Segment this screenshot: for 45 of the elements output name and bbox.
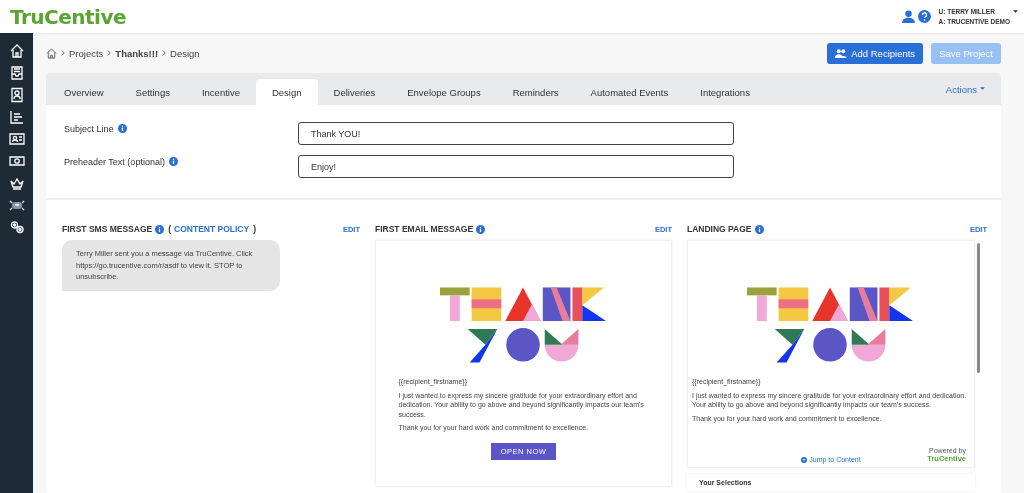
info-icon[interactable]	[155, 224, 165, 234]
tab[interactable]: Reminders	[496, 79, 575, 105]
tab[interactable]: Automated Events	[574, 79, 685, 105]
parenthesis: )	[253, 224, 256, 234]
scrollbar[interactable]	[977, 243, 980, 373]
parenthesis: (	[168, 224, 172, 234]
field-label: Preheader Text (optional)	[64, 156, 165, 167]
list-icon[interactable]	[8, 109, 25, 125]
chevron-icon	[107, 50, 112, 56]
field-label: Subject Line	[64, 123, 114, 134]
info-icon[interactable]	[117, 124, 127, 133]
caret-icon[interactable]	[1013, 9, 1018, 14]
chevron-icon	[162, 50, 167, 56]
breadcrumb-link[interactable]: Projects	[69, 47, 104, 59]
id-card-icon[interactable]	[8, 131, 25, 147]
section-title: FIRST EMAIL MESSAGE	[375, 224, 474, 234]
tray-icon[interactable]	[8, 65, 25, 81]
user-icon[interactable]	[901, 10, 915, 23]
info-icon[interactable]	[476, 224, 486, 234]
section-title: FIRST SMS MESSAGE	[62, 224, 153, 234]
info-icon[interactable]	[754, 224, 764, 234]
tab[interactable]: Overview	[48, 79, 120, 105]
breadcrumb-link[interactable]: Thanks!!!	[115, 47, 159, 59]
people-icon	[835, 48, 848, 58]
caret-icon	[980, 87, 985, 91]
info-icon[interactable]	[168, 157, 178, 166]
down-icon	[801, 456, 808, 463]
help-icon[interactable]	[917, 10, 931, 23]
tab[interactable]: Envelope Groups	[391, 79, 497, 105]
chevron-icon	[61, 50, 65, 56]
tab[interactable]: Integrations	[684, 79, 766, 105]
text-field[interactable]: Thank YOU!	[298, 122, 734, 145]
tab[interactable]: Settings	[119, 79, 186, 105]
breadcrumb-link[interactable]: Design	[170, 47, 200, 59]
tab[interactable]: Incentive	[185, 79, 256, 105]
content-policy-link[interactable]: CONTENT POLICY	[174, 224, 250, 234]
add-recipients-button[interactable]: Add Recipients	[827, 42, 924, 64]
text-field[interactable]: Enjoy!	[298, 155, 734, 178]
actions-menu[interactable]: Actions	[939, 82, 991, 96]
tab[interactable]: Design	[255, 79, 318, 105]
contact-card-icon[interactable]	[8, 87, 25, 103]
gears-icon[interactable]	[8, 219, 25, 235]
tab[interactable]: Deliveries	[317, 79, 392, 105]
banknote-icon[interactable]	[8, 153, 25, 169]
section-title: LANDING PAGE	[687, 224, 752, 234]
